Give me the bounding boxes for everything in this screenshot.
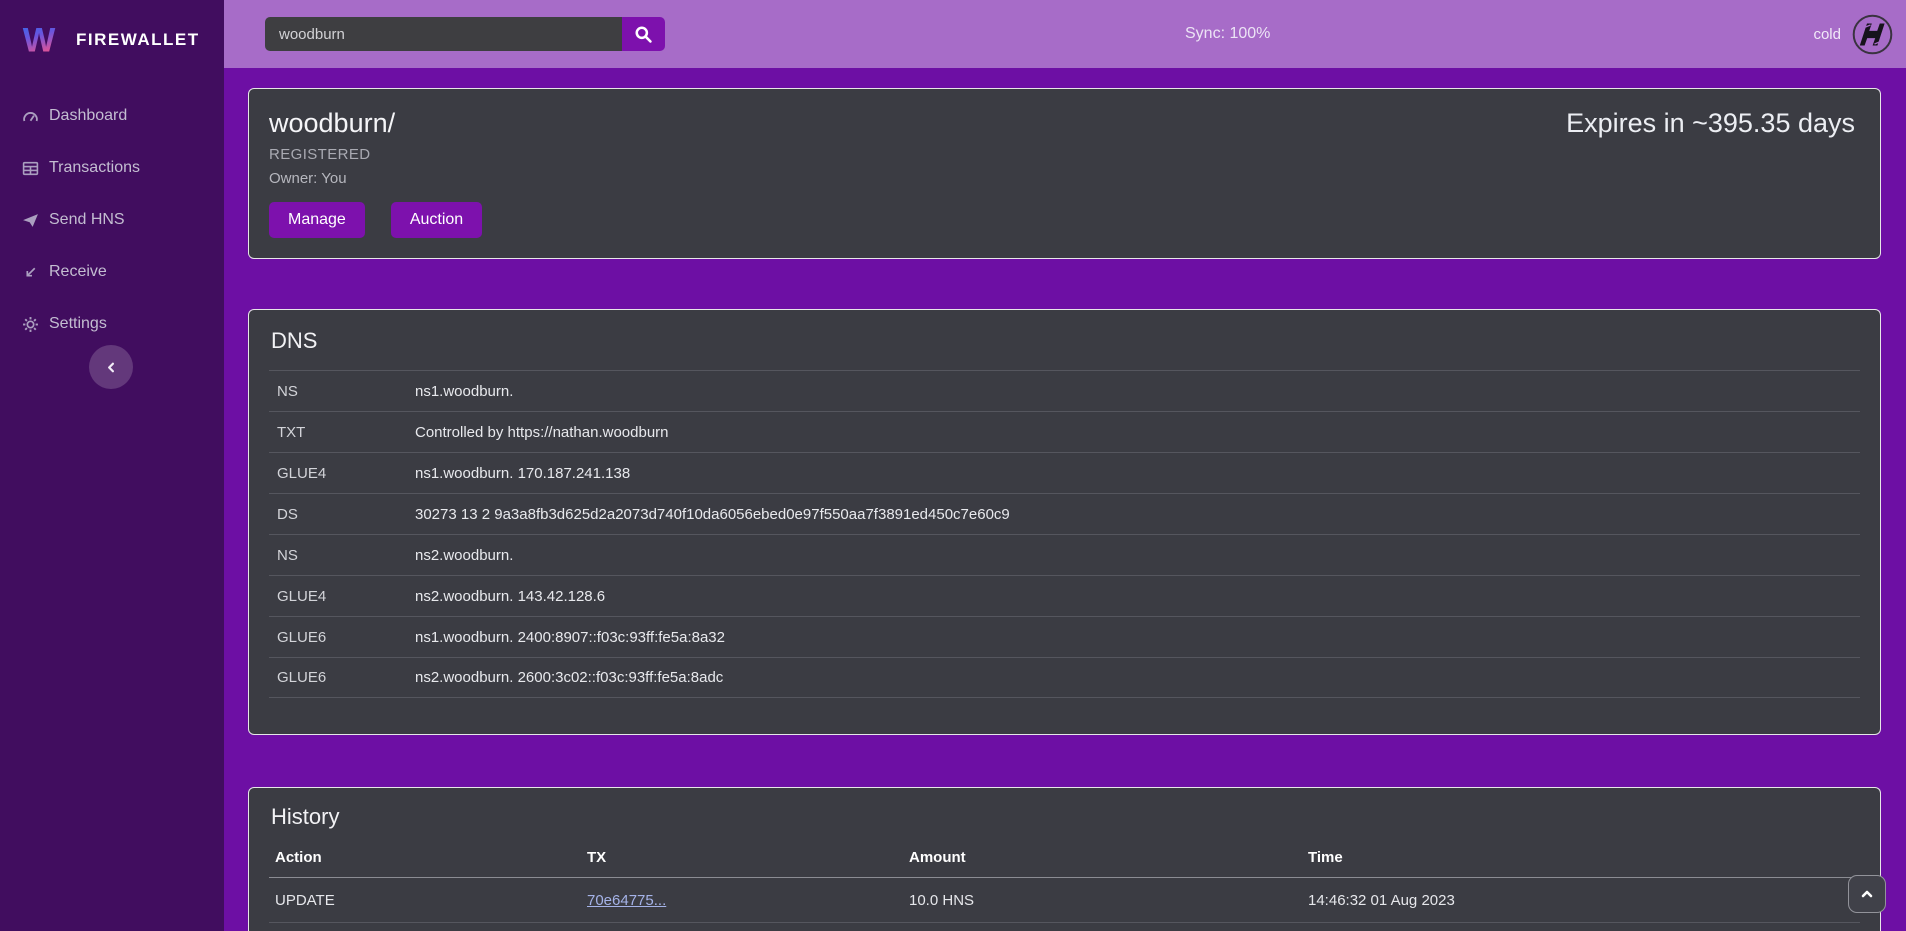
dns-record-row: GLUE6 ns1.woodburn. 2400:8907::f03c:93ff… xyxy=(269,616,1860,657)
sidebar: W FIREWALLET Dashboard Transactions Send… xyxy=(0,0,224,931)
topbar: Sync: 100% cold xyxy=(224,0,1906,68)
dns-record-row: GLUE6 ns2.woodburn. 2600:3c02::f03c:93ff… xyxy=(269,657,1860,698)
history-row: RENEW d79c3e1... 10.0 HNS 15:47:36 07 Ju… xyxy=(269,923,1860,931)
dns-record-type: GLUE4 xyxy=(269,465,415,482)
sidebar-collapse-button[interactable] xyxy=(89,345,133,389)
domain-owner: Owner: You xyxy=(269,170,1856,187)
table-icon xyxy=(22,160,39,177)
dns-record-type: DS xyxy=(269,506,415,523)
dns-record-value: Controlled by https://nathan.woodburn xyxy=(415,424,669,441)
dns-record-type: NS xyxy=(269,383,415,400)
arrow-down-left-icon xyxy=(22,264,39,281)
history-header-action: Action xyxy=(269,849,587,866)
sidebar-item-label: Settings xyxy=(49,315,107,333)
sidebar-item-settings[interactable]: Settings xyxy=(0,298,224,350)
history-header-tx: TX xyxy=(587,849,909,866)
history-card-title: History xyxy=(269,804,1860,830)
sync-status: Sync: 100% xyxy=(1185,25,1270,43)
dns-record-type: GLUE6 xyxy=(269,629,415,646)
dns-card: DNS NS ns1.woodburn. TXT Controlled by h… xyxy=(248,309,1881,735)
scroll-to-top-button[interactable] xyxy=(1848,875,1886,913)
app-name: FIREWALLET xyxy=(76,30,200,50)
sidebar-item-label: Send HNS xyxy=(49,211,125,229)
sidebar-item-label: Dashboard xyxy=(49,107,127,125)
dns-record-value: 30273 13 2 9a3a8fb3d625d2a2073d740f10da6… xyxy=(415,506,1010,523)
chevron-left-icon xyxy=(104,360,119,375)
history-table: Action TX Amount Time UPDATE 70e64775...… xyxy=(269,838,1860,931)
dns-record-row: NS ns1.woodburn. xyxy=(269,370,1860,411)
dns-record-row: TXT Controlled by https://nathan.woodbur… xyxy=(269,411,1860,452)
sidebar-item-send-hns[interactable]: Send HNS xyxy=(0,194,224,246)
search-button[interactable] xyxy=(622,17,665,51)
sidebar-item-dashboard[interactable]: Dashboard xyxy=(0,90,224,142)
gauge-icon xyxy=(22,108,39,125)
dns-record-type: TXT xyxy=(269,424,415,441)
expiry-label: Expires in ~395.35 days xyxy=(1566,108,1855,139)
dns-record-type: GLUE4 xyxy=(269,588,415,605)
history-header-amount: Amount xyxy=(909,849,1308,866)
tx-link[interactable]: 70e64775... xyxy=(587,892,666,909)
history-card: History Action TX Amount Time UPDATE 70e… xyxy=(248,787,1881,931)
dns-record-row: NS ns2.woodburn. xyxy=(269,534,1860,575)
history-header-row: Action TX Amount Time xyxy=(269,838,1860,878)
svg-text:W: W xyxy=(23,22,56,60)
wallet-switcher[interactable]: cold xyxy=(1813,14,1906,55)
history-row: UPDATE 70e64775... 10.0 HNS 14:46:32 01 … xyxy=(269,878,1860,923)
app-logo: W FIREWALLET xyxy=(0,0,224,68)
history-amount: 10.0 HNS xyxy=(909,892,1308,909)
dns-record-value: ns1.woodburn. xyxy=(415,383,513,400)
dns-table: NS ns1.woodburn. TXT Controlled by https… xyxy=(269,370,1860,698)
dns-record-value: ns1.woodburn. 2400:8907::f03c:93ff:fe5a:… xyxy=(415,629,725,646)
dns-record-value: ns2.woodburn. 2600:3c02::f03c:93ff:fe5a:… xyxy=(415,669,723,686)
history-action: UPDATE xyxy=(269,892,587,909)
dns-card-title: DNS xyxy=(269,328,1860,354)
dns-record-value: ns2.woodburn. 143.42.128.6 xyxy=(415,588,605,605)
sidebar-item-receive[interactable]: Receive xyxy=(0,246,224,298)
domain-card: woodburn/ REGISTERED Owner: You Manage A… xyxy=(248,88,1881,259)
sidebar-item-label: Transactions xyxy=(49,159,140,177)
wallet-name: cold xyxy=(1813,26,1841,43)
search-icon xyxy=(634,25,653,44)
gear-icon xyxy=(22,316,39,333)
dns-record-row: DS 30273 13 2 9a3a8fb3d625d2a2073d740f10… xyxy=(269,493,1860,534)
history-header-time: Time xyxy=(1308,849,1860,866)
paper-plane-icon xyxy=(22,212,39,229)
main-content: woodburn/ REGISTERED Owner: You Manage A… xyxy=(224,68,1906,931)
sidebar-item-label: Receive xyxy=(49,263,107,281)
history-rows: UPDATE 70e64775... 10.0 HNS 14:46:32 01 … xyxy=(269,878,1860,931)
dns-record-row: GLUE4 ns2.woodburn. 143.42.128.6 xyxy=(269,575,1860,616)
auction-button[interactable]: Auction xyxy=(391,202,482,238)
chevron-up-icon xyxy=(1859,886,1875,902)
firewallet-logo-icon: W xyxy=(16,17,62,63)
domain-status-badge: REGISTERED xyxy=(269,146,1856,163)
manage-button[interactable]: Manage xyxy=(269,202,365,238)
search-input[interactable] xyxy=(265,17,622,51)
history-time: 14:46:32 01 Aug 2023 xyxy=(1308,892,1860,909)
search-bar xyxy=(265,17,665,51)
sidebar-nav: Dashboard Transactions Send HNS Receive … xyxy=(0,90,224,350)
hns-logo-icon xyxy=(1852,14,1893,55)
dns-record-value: ns2.woodburn. xyxy=(415,547,513,564)
dns-record-type: GLUE6 xyxy=(269,669,415,686)
dns-record-value: ns1.woodburn. 170.187.241.138 xyxy=(415,465,630,482)
dns-record-row: GLUE4 ns1.woodburn. 170.187.241.138 xyxy=(269,452,1860,493)
dns-record-type: NS xyxy=(269,547,415,564)
sidebar-item-transactions[interactable]: Transactions xyxy=(0,142,224,194)
